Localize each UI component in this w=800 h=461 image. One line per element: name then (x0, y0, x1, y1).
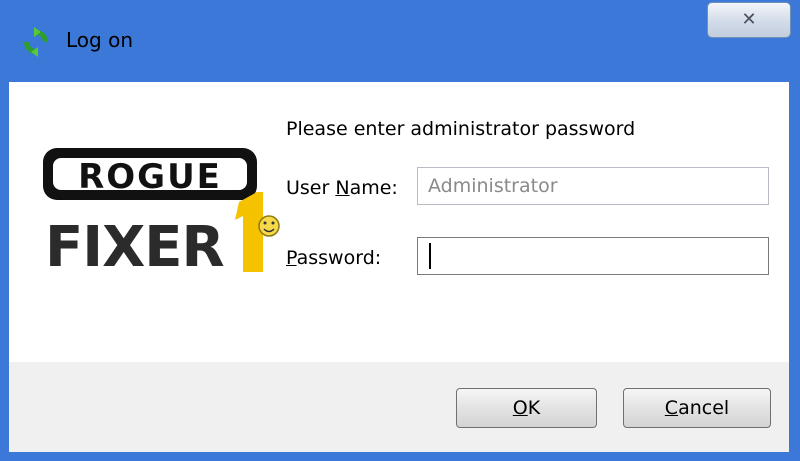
logon-dialog: Log on ✕ ROGUE FIXER Please enter admini… (0, 0, 800, 461)
close-button[interactable]: ✕ (707, 2, 791, 38)
refresh-arrows-icon (24, 27, 48, 57)
instruction-text: Please enter administrator password (286, 118, 636, 140)
password-label: Password: (286, 247, 382, 269)
user-name-field[interactable] (417, 167, 769, 205)
window-title: Log on (66, 28, 133, 52)
title-bar[interactable]: Log on ✕ (0, 0, 800, 82)
ok-button[interactable]: OK (456, 388, 597, 428)
user-name-label: User Name: (286, 177, 398, 199)
cancel-button[interactable]: Cancel (623, 388, 771, 428)
text-cursor (429, 243, 431, 269)
close-icon: ✕ (741, 9, 757, 30)
dialog-body: ROGUE FIXER Please enter administrator p… (9, 82, 789, 452)
password-field[interactable] (417, 237, 769, 275)
svg-text:ROGUE: ROGUE (78, 157, 222, 197)
roguekiller-fixer-logo: ROGUE FIXER (43, 148, 280, 276)
svg-text:FIXER: FIXER (45, 215, 224, 276)
